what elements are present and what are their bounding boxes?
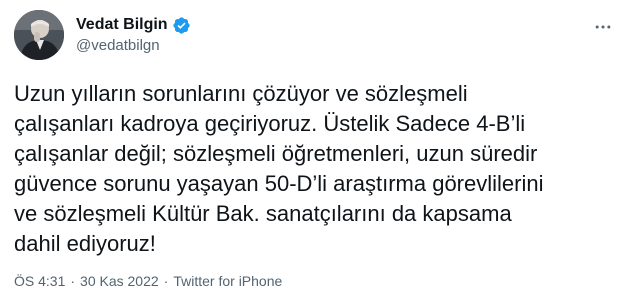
tweet-text-line: güvence sorunu yaşayan 50-D’li araştırma…	[14, 171, 544, 196]
tweet-text: Uzun yılların sorunlarını çözüyor ve söz…	[14, 79, 626, 259]
tweet-meta: ÖS 4:31 · 30 Kas 2022 · Twitter for iPho…	[14, 272, 282, 290]
tweet-text-line: çalışanlar değil; sözleşmeli öğretmenler…	[14, 141, 538, 166]
tweet-date[interactable]: 30 Kas 2022	[80, 272, 159, 290]
name-row: Vedat Bilgin	[76, 14, 191, 36]
avatar[interactable]	[14, 10, 64, 60]
tweet-text-line: ve sözleşmeli Kültür Bak. sanatçılarını …	[14, 201, 512, 226]
tweet-card: Vedat Bilgin @vedatbilgn Uzun yılların s…	[0, 0, 640, 300]
author-names: Vedat Bilgin @vedatbilgn	[76, 14, 191, 56]
tweet-source[interactable]: Twitter for iPhone	[173, 272, 282, 290]
more-horizontal-icon	[595, 25, 611, 29]
more-button[interactable]	[588, 12, 618, 42]
tweet-time[interactable]: ÖS 4:31	[14, 272, 65, 290]
meta-separator: ·	[163, 273, 169, 289]
display-name[interactable]: Vedat Bilgin	[76, 14, 168, 36]
author-handle[interactable]: @vedatbilgn	[76, 36, 191, 56]
meta-separator: ·	[70, 273, 76, 289]
tweet-text-line: çalışanları kadroya geçiriyoruz. Üstelik…	[14, 111, 526, 136]
tweet-text-line: Uzun yılların sorunlarını çözüyor ve söz…	[14, 81, 468, 106]
verified-badge-icon	[172, 16, 191, 35]
tweet-text-line: dahil ediyoruz!	[14, 231, 156, 256]
tweet-header: Vedat Bilgin @vedatbilgn	[14, 10, 191, 60]
